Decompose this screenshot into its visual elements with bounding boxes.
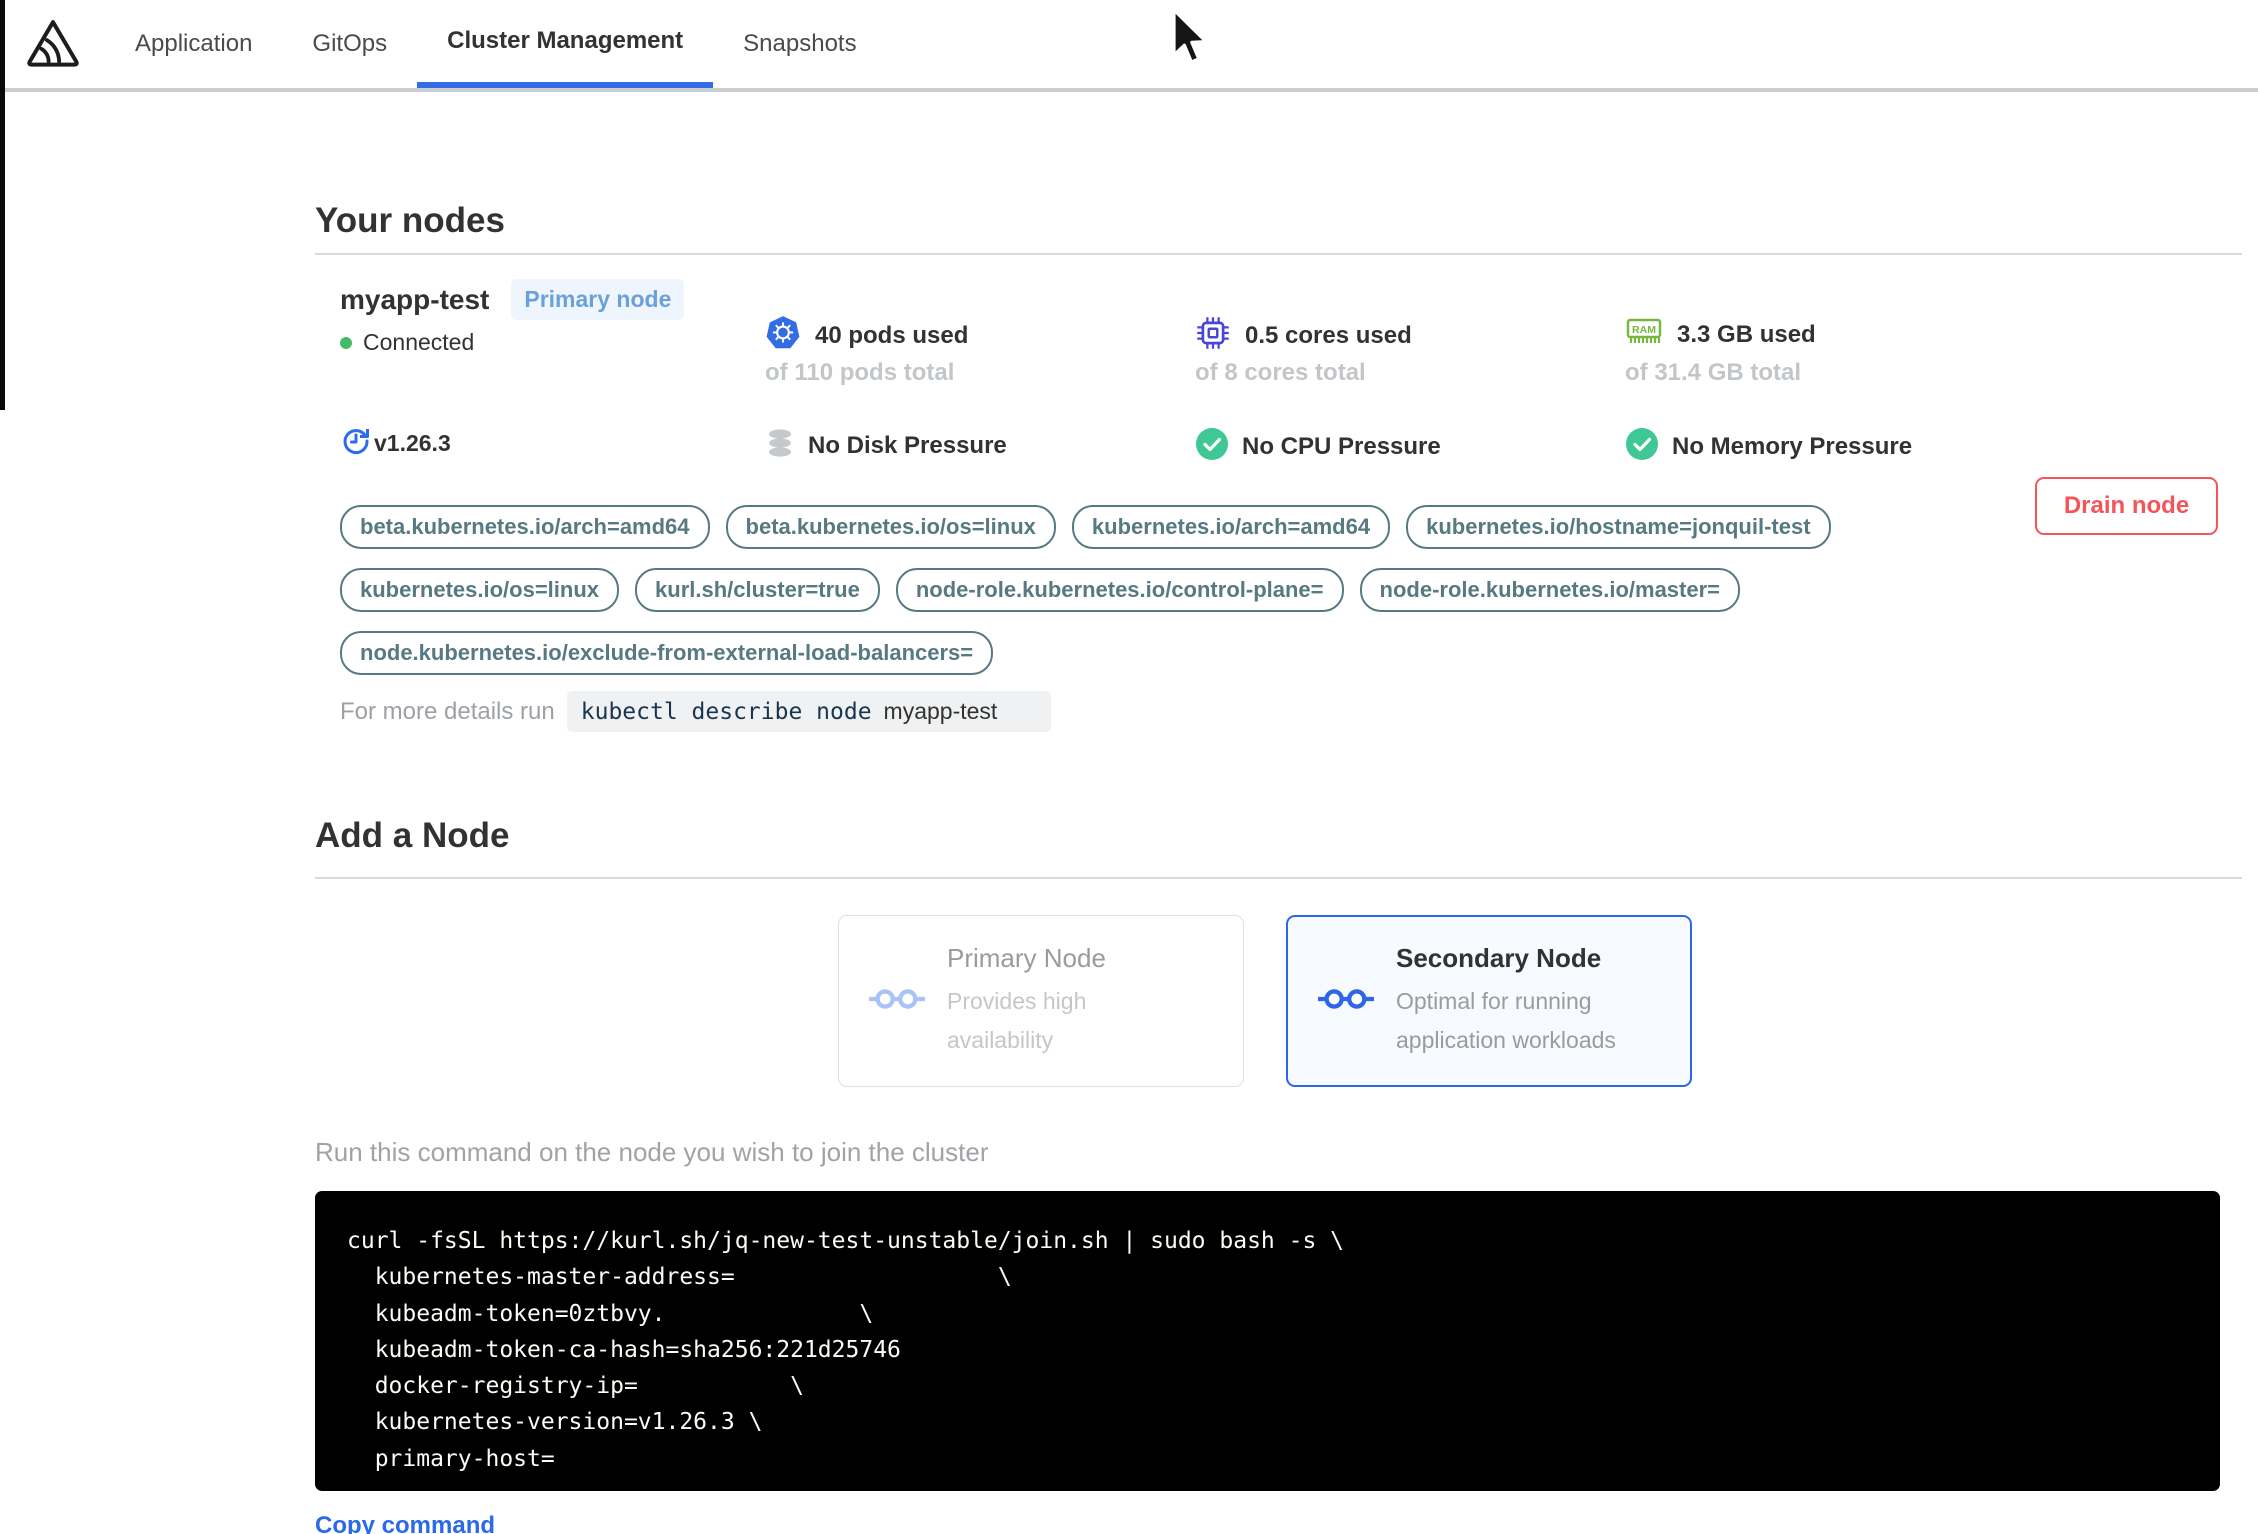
check-circle-icon xyxy=(1625,427,1659,466)
cpu-pressure-label: No CPU Pressure xyxy=(1242,432,1441,460)
secondary-node-option-desc: Optimal for running application workload… xyxy=(1396,987,1616,1053)
memory-used-value: 3.3 GB used xyxy=(1677,320,1816,348)
nav-tabs: Application GitOps Cluster Management Sn… xyxy=(105,0,887,88)
node-label-pill: node-role.kubernetes.io/control-plane= xyxy=(895,568,1344,612)
svg-text:RAM: RAM xyxy=(1632,324,1656,336)
primary-node-badge: Primary node xyxy=(511,279,685,320)
disk-icon xyxy=(765,427,795,464)
join-command-instruction: Run this command on the node you wish to… xyxy=(315,1137,989,1167)
join-command-line: curl -fsSL https://kurl.sh/jq-new-test-u… xyxy=(347,1228,1344,1254)
node-name: myapp-test xyxy=(340,283,490,315)
primary-node-option-title: Primary Node xyxy=(947,942,1106,973)
cores-used-value: 0.5 cores used xyxy=(1245,321,1412,349)
node-label-pill: kubernetes.io/arch=amd64 xyxy=(1071,505,1391,549)
tab-snapshots[interactable]: Snapshots xyxy=(713,0,886,88)
tab-cluster-management[interactable]: Cluster Management xyxy=(417,0,714,88)
node-labels: beta.kubernetes.io/arch=amd64 beta.kuber… xyxy=(340,505,2040,675)
top-nav: Application GitOps Cluster Management Sn… xyxy=(0,0,2258,92)
kubectl-command-node: myapp-test xyxy=(883,698,998,724)
copy-command-link[interactable]: Copy command xyxy=(315,1512,495,1534)
kubernetes-version-label: v1.26.3 xyxy=(374,430,451,456)
node-label-pill: kurl.sh/cluster=true xyxy=(635,568,880,612)
section-divider xyxy=(315,877,2242,879)
disk-pressure-label: No Disk Pressure xyxy=(808,431,1007,459)
join-command-terminal: curl -fsSL https://kurl.sh/jq-new-test-u… xyxy=(315,1191,2220,1491)
node-link-icon xyxy=(1318,985,1374,1018)
node-label-pill: beta.kubernetes.io/os=linux xyxy=(725,505,1056,549)
drain-node-button[interactable]: Drain node xyxy=(2035,477,2218,535)
node-type-options: Primary Node Provides high availability … xyxy=(838,915,2242,1087)
join-command-line: kubernetes-master-address= \ xyxy=(347,1264,1012,1291)
join-command-line: kubeadm-token-ca-hash=sha256:221d25746 xyxy=(347,1336,901,1363)
node-link-icon xyxy=(869,985,925,1018)
join-command-line: kubernetes-version=v1.26.3 \ xyxy=(347,1409,763,1436)
add-node-section: Add a Node Primary Node Provides high av… xyxy=(315,815,2242,1534)
node-card: myapp-test Primary node Connected v1.26.… xyxy=(315,255,2242,755)
kubectl-command-text: kubectl describe node xyxy=(580,698,872,725)
pods-total-label: of 110 pods total xyxy=(765,359,955,386)
secondary-node-option-title: Secondary Node xyxy=(1396,942,1602,973)
join-command-line: primary-host= xyxy=(347,1445,555,1472)
join-command-line: docker-registry-ip= \ xyxy=(347,1373,804,1400)
pods-used-value: 40 pods used xyxy=(815,321,969,349)
node-label-pill: node.kubernetes.io/exclude-from-external… xyxy=(340,631,994,675)
memory-total-label: of 31.4 GB total xyxy=(1625,359,1802,386)
cpu-chip-icon xyxy=(1195,315,1231,356)
node-label-pill: beta.kubernetes.io/arch=amd64 xyxy=(340,505,710,549)
kubectl-command-chip: kubectl describe node myapp-test xyxy=(566,691,1052,732)
cores-total-label: of 8 cores total xyxy=(1195,359,1366,386)
node-label-pill: node-role.kubernetes.io/master= xyxy=(1359,568,1741,612)
check-circle-icon xyxy=(1195,427,1229,466)
node-label-pill: kubernetes.io/hostname=jonquil-test xyxy=(1406,505,1831,549)
your-nodes-section: Your nodes myapp-test Primary node Conne… xyxy=(315,200,2242,755)
version-refresh-icon xyxy=(340,425,372,462)
secondary-node-option[interactable]: Secondary Node Optimal for running appli… xyxy=(1286,915,1692,1087)
details-hint-text: For more details run xyxy=(340,697,555,725)
window-edge-strip xyxy=(0,0,5,410)
tab-gitops[interactable]: GitOps xyxy=(282,0,417,88)
primary-node-option-desc: Provides high availability xyxy=(947,987,1087,1053)
your-nodes-title: Your nodes xyxy=(315,201,505,240)
connected-status-label: Connected xyxy=(363,329,475,355)
cluster-management-page: Application GitOps Cluster Management Sn… xyxy=(0,0,2258,1534)
tab-application[interactable]: Application xyxy=(105,0,282,88)
join-command-line: kubeadm-token=0ztbvy. \ xyxy=(347,1300,874,1327)
mouse-cursor xyxy=(1168,8,1210,73)
add-node-title: Add a Node xyxy=(315,816,510,855)
memory-pressure-label: No Memory Pressure xyxy=(1672,432,1913,460)
node-label-pill: kubernetes.io/os=linux xyxy=(340,568,620,612)
ram-icon: RAM xyxy=(1625,315,1663,354)
kubernetes-icon xyxy=(765,315,801,356)
kurl-logo-icon[interactable] xyxy=(0,0,105,88)
connected-status-dot xyxy=(340,336,352,349)
primary-node-option[interactable]: Primary Node Provides high availability xyxy=(838,915,1244,1087)
